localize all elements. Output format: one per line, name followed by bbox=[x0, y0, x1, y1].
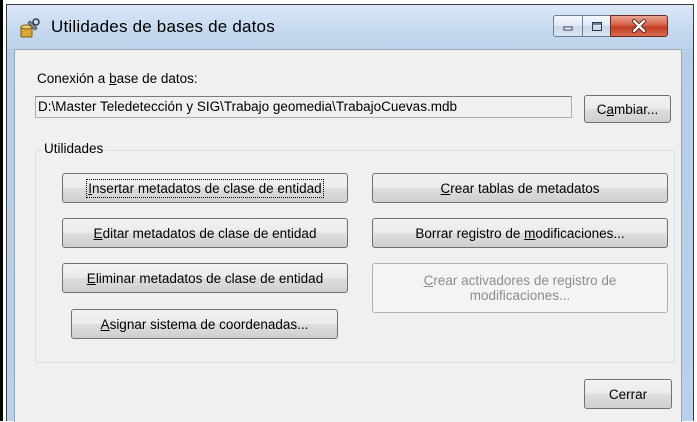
title-bar[interactable]: Utilidades de bases de datos bbox=[7, 5, 693, 49]
create-log-triggers-button[interactable]: Crear activadores de registro de modific… bbox=[372, 263, 668, 313]
database-path-field[interactable]: D:\Master Teledetección y SIG\Trabajo ge… bbox=[35, 96, 572, 118]
close-icon bbox=[632, 19, 646, 33]
edit-metadata-button[interactable]: Editar metadatos de clase de entidad bbox=[62, 218, 348, 248]
close-button[interactable]: Cerrar bbox=[584, 379, 672, 409]
dialog-client-area: Conexión a base de datos: D:\Master Tele… bbox=[14, 49, 682, 422]
database-utilities-icon bbox=[20, 18, 40, 38]
window-title: Utilidades de bases de datos bbox=[51, 17, 275, 36]
minimize-icon bbox=[563, 26, 573, 31]
left-screen-edge bbox=[0, 0, 3, 421]
dialog-window: Utilidades de bases de datos Conexión a … bbox=[6, 4, 694, 422]
delete-metadata-button[interactable]: Eliminar metadatos de clase de entidad bbox=[62, 263, 348, 293]
maximize-icon bbox=[591, 21, 602, 31]
close-window-button[interactable] bbox=[610, 15, 668, 37]
utilities-group-label: Utilidades bbox=[42, 141, 106, 156]
minimize-button[interactable] bbox=[553, 15, 583, 37]
connection-label: Conexión a base de datos: bbox=[37, 71, 198, 86]
maximize-button[interactable] bbox=[582, 15, 611, 37]
insert-metadata-button[interactable]: Insertar metadatos de clase de entidad bbox=[62, 173, 348, 203]
create-metadata-tables-button[interactable]: Crear tablas de metadatos bbox=[372, 173, 668, 203]
change-database-button[interactable]: Cambiar... bbox=[584, 95, 671, 123]
clear-modification-log-button[interactable]: Borrar registro de modificaciones... bbox=[372, 218, 668, 248]
assign-coordinate-system-button[interactable]: Asignar sistema de coordenadas... bbox=[71, 309, 338, 339]
